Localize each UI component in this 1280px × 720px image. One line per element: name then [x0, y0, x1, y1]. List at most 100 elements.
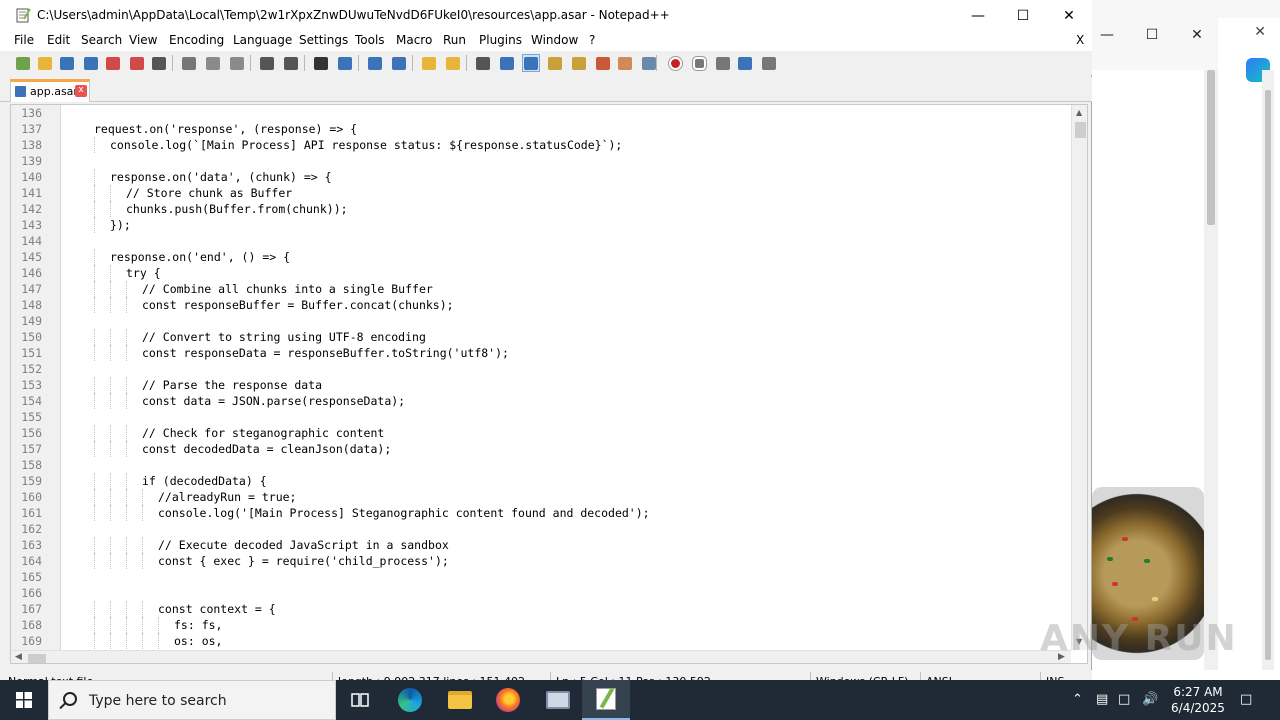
show-all-chars-icon[interactable] — [498, 54, 516, 72]
menu-search[interactable]: Search — [81, 33, 122, 47]
bg-side-scrollbar-thumb[interactable] — [1265, 90, 1271, 660]
network-icon[interactable]: □ — [1118, 692, 1130, 707]
redo-icon[interactable] — [282, 54, 300, 72]
play-macro-icon[interactable] — [714, 54, 732, 72]
bg-scrollbar-thumb[interactable] — [1207, 70, 1215, 225]
notification-icon[interactable]: □ — [1240, 692, 1252, 707]
close-icon[interactable] — [104, 54, 122, 72]
code-line[interactable]: 138 console.log(`[Main Process] API respo… — [11, 137, 1071, 153]
title-bar[interactable]: C:\Users\admin\AppData\Local\Temp\2w1rXp… — [0, 0, 1092, 31]
sync-vertical-icon[interactable] — [420, 54, 438, 72]
bg-minimize-button[interactable]: — — [1092, 24, 1122, 46]
vertical-scrollbar[interactable]: ▲ ▼ — [1071, 105, 1087, 650]
code-line[interactable]: 169 os: os, — [11, 633, 1071, 649]
tray-app-icon[interactable]: ▤ — [1096, 692, 1108, 707]
function-list-icon[interactable] — [594, 54, 612, 72]
code-line[interactable]: 141 // Store chunk as Buffer — [11, 185, 1071, 201]
undo-icon[interactable] — [258, 54, 276, 72]
stop-macro-icon[interactable] — [690, 54, 708, 72]
find-icon[interactable] — [312, 54, 330, 72]
code-line[interactable]: 166 — [11, 585, 1071, 601]
bg-panel-close-icon[interactable]: ✕ — [1254, 24, 1266, 40]
scroll-left-icon[interactable]: ◀ — [15, 652, 22, 662]
code-line[interactable]: 147 // Combine all chunks into a single B… — [11, 281, 1071, 297]
menu-edit[interactable]: Edit — [47, 33, 70, 47]
code-line[interactable]: 156 // Check for steganographic content — [11, 425, 1071, 441]
cut-icon[interactable] — [180, 54, 198, 72]
start-button[interactable] — [0, 680, 48, 720]
code-line[interactable]: 139 — [11, 153, 1071, 169]
save-macro-icon[interactable] — [760, 54, 778, 72]
tab-close-icon[interactable]: x — [75, 85, 87, 97]
indent-guide-icon[interactable] — [522, 54, 540, 72]
doc-map-icon[interactable] — [570, 54, 588, 72]
code-line[interactable]: 149 — [11, 313, 1071, 329]
code-line[interactable]: 150 // Convert to string using UTF-8 enco… — [11, 329, 1071, 345]
code-line[interactable]: 153 // Parse the response data — [11, 377, 1071, 393]
bg-close-button[interactable]: ✕ — [1182, 24, 1212, 46]
menu-language[interactable]: Language — [233, 33, 292, 47]
zoom-out-icon[interactable] — [390, 54, 408, 72]
code-line[interactable]: 136 — [11, 105, 1071, 121]
volume-icon[interactable]: 🔊 — [1142, 692, 1158, 707]
firefox-button[interactable] — [484, 680, 532, 720]
code-line[interactable]: 168 fs: fs, — [11, 617, 1071, 633]
sync-horizontal-icon[interactable] — [444, 54, 462, 72]
network-app-button[interactable] — [534, 680, 582, 720]
code-line[interactable]: 144 — [11, 233, 1071, 249]
record-macro-icon[interactable] — [666, 54, 684, 72]
code-line[interactable]: 155 — [11, 409, 1071, 425]
code-line[interactable]: 142 chunks.push(Buffer.from(chunk)); — [11, 201, 1071, 217]
menu-view[interactable]: View — [129, 33, 157, 47]
code-line[interactable]: 163 // Execute decoded JavaScript in a sa… — [11, 537, 1071, 553]
code-line[interactable]: 161 console.log('[Main Process] Steganogr… — [11, 505, 1071, 521]
zoom-in-icon[interactable] — [366, 54, 384, 72]
horizontal-scrollbar-thumb[interactable] — [28, 654, 46, 663]
task-view-button[interactable] — [336, 680, 384, 720]
code-line[interactable]: 143}); — [11, 217, 1071, 233]
bg-scrollbar[interactable] — [1204, 70, 1218, 670]
close-document-button[interactable]: X — [1076, 33, 1084, 47]
bg-maximize-button[interactable]: ☐ — [1137, 24, 1167, 46]
run-macro-multiple-icon[interactable] — [736, 54, 754, 72]
save-all-icon[interactable] — [82, 54, 100, 72]
menu-tools[interactable]: Tools — [355, 33, 385, 47]
tab-app-asar[interactable]: app.asar x — [10, 79, 90, 102]
code-line[interactable]: 165 — [11, 569, 1071, 585]
code-line[interactable]: 154 const data = JSON.parse(responseData)… — [11, 393, 1071, 409]
code-line[interactable]: 162 — [11, 521, 1071, 537]
taskbar-search-box[interactable]: Type here to search — [48, 680, 336, 720]
code-area[interactable]: 136 137 request.on('response', (response) … — [11, 105, 1073, 650]
menu-settings[interactable]: Settings — [299, 33, 348, 47]
menu-macro[interactable]: Macro — [396, 33, 432, 47]
notepadpp-taskbar-button[interactable] — [582, 680, 630, 720]
scroll-up-icon[interactable]: ▲ — [1076, 108, 1082, 117]
code-line[interactable]: 152 — [11, 361, 1071, 377]
menu-encoding[interactable]: Encoding — [169, 33, 224, 47]
horizontal-scrollbar[interactable]: ◀ ▶ — [11, 650, 1071, 663]
code-line[interactable]: 157 const decodedData = cleanJson(data); — [11, 441, 1071, 457]
menu-file[interactable]: File — [14, 33, 34, 47]
print-icon[interactable] — [150, 54, 168, 72]
code-line[interactable]: 167 const context = { — [11, 601, 1071, 617]
code-line[interactable]: 158 — [11, 457, 1071, 473]
menu-help[interactable]: ? — [589, 33, 595, 47]
open-file-icon[interactable] — [36, 54, 54, 72]
code-line[interactable]: 148 const responseBuffer = Buffer.concat(… — [11, 297, 1071, 313]
tray-chevron-icon[interactable]: ⌃ — [1072, 692, 1083, 707]
code-line[interactable]: 145 response.on('end', () => { — [11, 249, 1071, 265]
word-wrap-icon[interactable] — [474, 54, 492, 72]
code-line[interactable]: 159 if (decodedData) { — [11, 473, 1071, 489]
file-explorer-button[interactable] — [436, 680, 484, 720]
code-line[interactable]: 137 request.on('response', (response) => … — [11, 121, 1071, 137]
udl-icon[interactable] — [546, 54, 564, 72]
menu-plugins[interactable]: Plugins — [479, 33, 522, 47]
close-button[interactable]: ✕ — [1046, 0, 1092, 31]
vertical-scrollbar-thumb[interactable] — [1075, 122, 1086, 138]
close-all-icon[interactable] — [128, 54, 146, 72]
edge-button[interactable] — [386, 680, 434, 720]
bg-side-scrollbar[interactable] — [1262, 70, 1274, 670]
save-icon[interactable] — [58, 54, 76, 72]
paste-icon[interactable] — [228, 54, 246, 72]
tray-clock[interactable]: 6:27 AM 6/4/2025 — [1166, 684, 1230, 716]
